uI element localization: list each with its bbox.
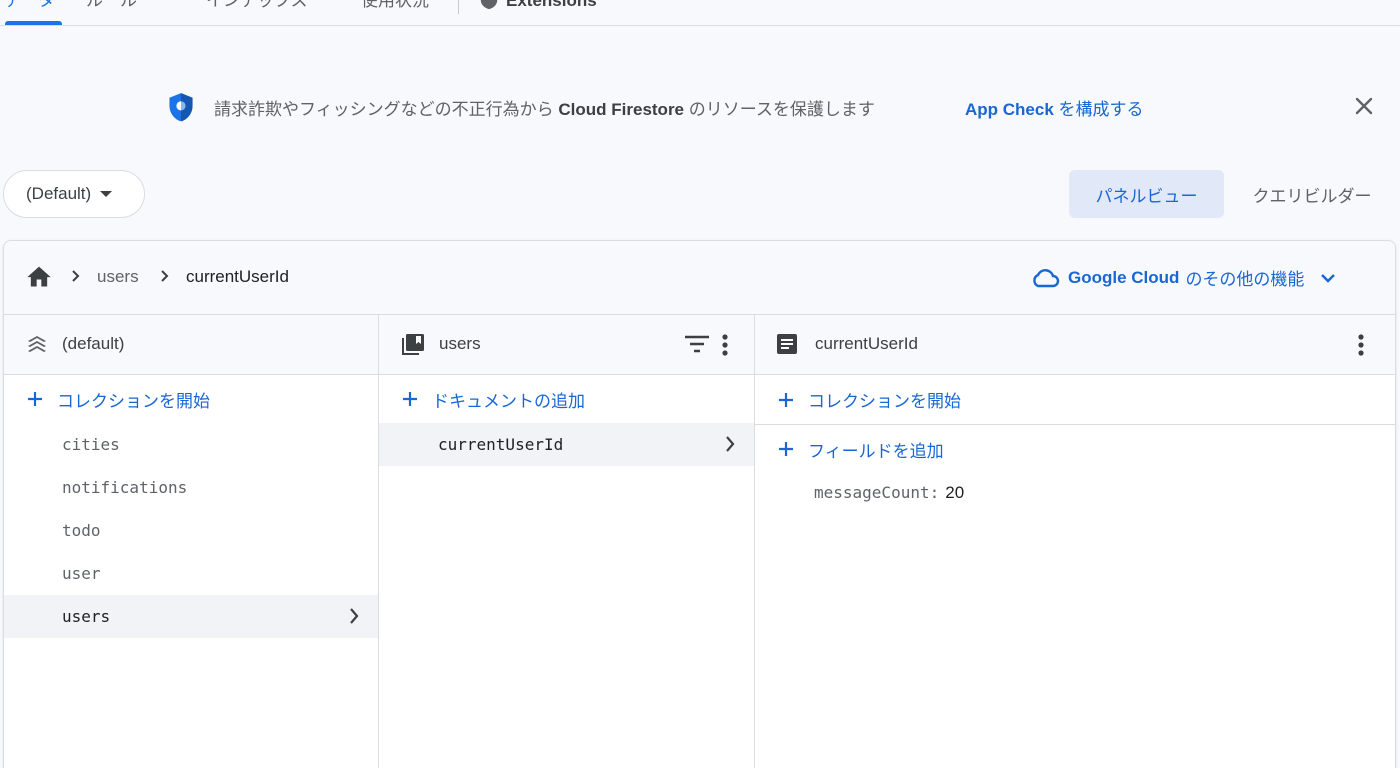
add-field-button[interactable]: フィールドを追加 [755,425,1395,473]
document-field[interactable]: messageCount: 20 [814,483,964,503]
app-check-link-rest: を構成する [1053,100,1144,119]
shield-icon [169,93,193,122]
collection-name: todo [62,521,101,540]
tab-rules[interactable]: ルール [86,0,137,12]
root-column-header: (default) [4,315,378,375]
active-tab-indicator [5,21,62,25]
document-column: currentUserId コレクションを開始 フィールドを追加 message… [755,315,1395,768]
cloud-icon [1033,268,1060,287]
collection-name: cities [62,435,120,454]
extensions-icon [480,0,498,10]
plus-icon [779,442,793,456]
database-icon [28,336,46,352]
banner-message: 請求詐欺やフィッシングなどの不正行為から Cloud Firestore のリソ… [214,95,875,120]
tab-data[interactable]: データ [4,0,55,12]
collection-column-header: users [379,315,754,375]
banner-product-name: Cloud Firestore [558,100,685,119]
plus-icon [28,392,42,406]
collection-column: users ドキュメントの追加 currentUserId [379,315,755,768]
add-field-label: フィールドを追加 [808,441,944,461]
add-document-label: ドキュメントの追加 [432,391,585,411]
more-options-icon[interactable] [721,333,729,357]
breadcrumb-current-user-id[interactable]: currentUserId [186,267,289,287]
start-collection-button[interactable]: コレクションを開始 [4,375,378,423]
app-check-link-bold: App Check [965,100,1054,119]
data-panel-card: users currentUserId Google Cloud のその他の機能… [3,240,1396,768]
google-cloud-label: Google Cloud [1068,267,1180,287]
collection-icon [402,334,424,355]
field-key: messageCount: [814,483,940,502]
collection-name: notifications [62,478,188,497]
chevron-down-icon [1321,273,1336,283]
chevron-right-icon [161,270,169,282]
list-item[interactable]: todo [4,509,378,552]
breadcrumb-users[interactable]: users [97,267,139,287]
document-icon [777,334,797,354]
field-value: 20 [945,483,965,502]
database-selector-value: (Default) [26,184,92,203]
start-subcollection-label: コレクションを開始 [808,392,961,411]
chevron-right-icon [350,608,359,624]
caret-down-icon [100,191,113,197]
app-check-banner: 請求詐欺やフィッシングなどの不正行為から Cloud Firestore のリソ… [0,80,1400,132]
tab-indexes[interactable]: インデックス [206,0,308,12]
add-document-button[interactable]: ドキュメントの追加 [379,375,754,423]
panel-view-button[interactable]: パネルビュー [1069,170,1224,218]
collection-name: users [62,607,111,626]
home-icon[interactable] [25,263,53,289]
plus-icon [403,392,417,406]
start-subcollection-button[interactable]: コレクションを開始 [755,375,1395,425]
tab-usage[interactable]: 使用状況 [361,0,429,12]
database-selector[interactable]: (Default) [3,170,145,218]
breadcrumb: users currentUserId Google Cloud のその他の機能 [4,241,1395,315]
list-item-selected[interactable]: users [4,595,378,638]
collection-column-title: users [439,334,481,353]
tab-extensions[interactable]: Extensions [506,0,597,12]
more-options-icon[interactable] [1357,333,1365,357]
root-column-title: (default) [62,334,125,353]
banner-message-pre: 請求詐欺やフィッシングなどの不正行為から [214,100,559,119]
google-cloud-more-features-link[interactable]: Google Cloud のその他の機能 [1030,265,1336,290]
plus-icon [779,392,793,407]
banner-message-post: のリソースを保護します [684,100,875,119]
filter-icon[interactable] [684,334,710,354]
root-column: (default) コレクションを開始 cities notifications… [4,315,379,768]
list-item-selected[interactable]: currentUserId [379,423,754,466]
document-column-header: currentUserId [755,315,1395,375]
document-column-title: currentUserId [815,334,918,353]
list-item[interactable]: cities [4,423,378,466]
more-features-label: のその他の機能 [1185,270,1305,289]
collection-name: user [62,564,101,583]
start-collection-label: コレクションを開始 [57,391,210,411]
chevron-right-icon [726,436,735,452]
list-item[interactable]: user [4,552,378,595]
list-item[interactable]: notifications [4,466,378,509]
configure-app-check-link[interactable]: App Check を構成する [965,95,1144,120]
chevron-right-icon [72,270,80,282]
document-id: currentUserId [438,435,564,454]
query-builder-button[interactable]: クエリビルダー [1232,170,1392,218]
tab-divider [458,0,459,14]
top-tab-bar: データ ルール インデックス 使用状況 Extensions [0,0,1400,26]
close-icon[interactable] [1352,94,1376,118]
